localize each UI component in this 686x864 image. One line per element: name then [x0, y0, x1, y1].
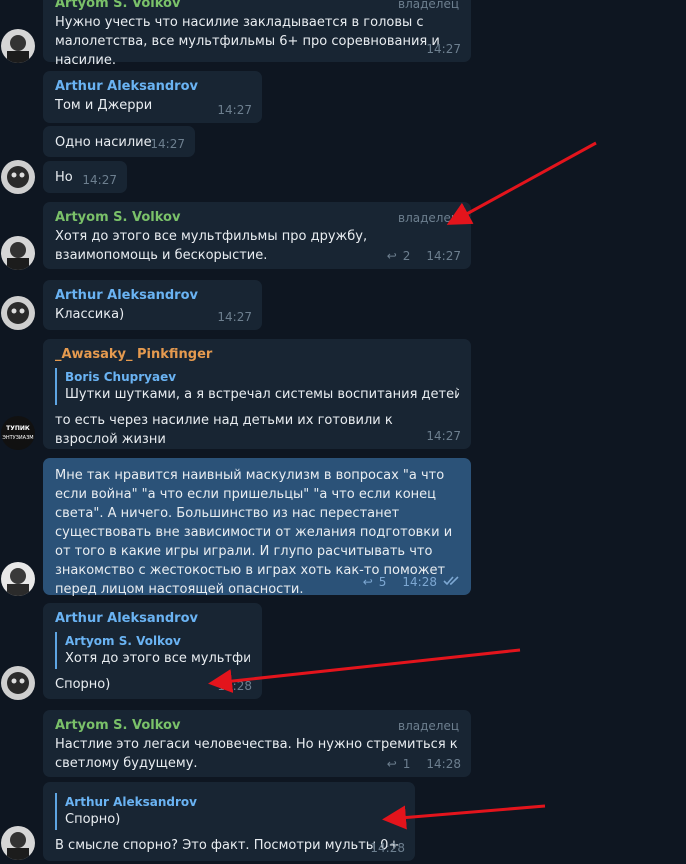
reply-count[interactable]: 5	[379, 575, 387, 589]
reply-quote[interactable]: Artyom S. Volkov Хотя до этого все мульт…	[55, 632, 250, 669]
message-time: 14:27	[217, 103, 252, 117]
reply-count[interactable]: 2	[403, 249, 411, 263]
message-time: 14:28	[370, 841, 405, 855]
avatar-label-line1: ТУПИК	[6, 425, 30, 432]
reply-quote[interactable]: Boris Chupryaev Шутки шутками, а я встре…	[55, 368, 459, 405]
message-text: В смысле спорно? Это факт. Посмотри муль…	[55, 838, 400, 853]
message-time: 14:27	[426, 249, 461, 263]
double-check-icon	[443, 575, 461, 589]
sender-name[interactable]: _Awasaky_ Pinkfinger	[55, 346, 459, 364]
message-time: 14:27	[82, 173, 117, 187]
avatar[interactable]	[1, 296, 35, 330]
message-time: 14:28	[402, 575, 437, 589]
message-bubble[interactable]: Arthur Aleksandrov Спорно) В смысле спор…	[43, 782, 415, 861]
avatar[interactable]	[1, 826, 35, 860]
reply-arrow-icon[interactable]: ↩	[387, 249, 397, 263]
avatar[interactable]	[1, 666, 35, 700]
avatar[interactable]	[1, 29, 35, 63]
reply-text: Шутки шутками, а я встречал системы восп…	[65, 387, 459, 402]
reply-count[interactable]: 1	[403, 757, 411, 771]
sender-name[interactable]: Arthur Aleksandrov	[55, 610, 250, 628]
avatar[interactable]	[1, 562, 35, 596]
message-bubble[interactable]: Arthur Aleksandrov Artyom S. Volkov Хотя…	[43, 603, 262, 699]
reply-text: Спорно)	[65, 812, 121, 827]
message-bubble[interactable]: _Awasaky_ Pinkfinger Boris Chupryaev Шут…	[43, 339, 471, 449]
sender-name[interactable]: Arthur Aleksandrov	[55, 78, 250, 96]
message-bubble[interactable]: Artyom S. Volkov владелец Нужно учесть ч…	[43, 0, 471, 68]
message-time: 14:28	[217, 679, 252, 693]
message-time: 14:27	[426, 429, 461, 443]
message-bubble[interactable]: Одно насилие 14:27	[43, 126, 195, 157]
message-bubble[interactable]: Artyom S. Volkov владелец Настлие это ле…	[43, 710, 471, 777]
message-text: то есть через насилие над детьми их гото…	[55, 413, 393, 447]
avatar[interactable]: ТУПИК ЭНТУЗИАЗМ	[1, 416, 35, 450]
message-bubble-outgoing[interactable]: Мне так нравится наивный маскулизм в воп…	[43, 458, 471, 597]
reply-author: Boris Chupryaev	[65, 370, 177, 384]
owner-badge: владелец	[398, 211, 459, 225]
avatar[interactable]	[1, 236, 35, 270]
avatar-label-line2: ЭНТУЗИАЗМ	[2, 435, 33, 441]
owner-badge: владелец	[398, 0, 459, 11]
message-time: 14:27	[150, 137, 185, 151]
message-time: 14:27	[217, 310, 252, 324]
reply-arrow-icon[interactable]: ↩	[387, 757, 397, 771]
message-bubble[interactable]: Но 14:27	[43, 161, 127, 193]
message-text: Нужно учесть что насилие закладывается в…	[55, 15, 440, 68]
reply-arrow-icon[interactable]: ↩	[363, 575, 373, 589]
message-bubble[interactable]: Artyom S. Volkov владелец Хотя до этого …	[43, 202, 471, 269]
sender-name[interactable]: Arthur Aleksandrov	[55, 287, 250, 305]
reply-author: Arthur Aleksandrov	[65, 795, 197, 809]
annotation-arrow	[446, 141, 597, 225]
message-time: 14:27	[426, 42, 461, 56]
reply-quote[interactable]: Arthur Aleksandrov Спорно)	[55, 793, 403, 830]
reply-author: Artyom S. Volkov	[65, 634, 181, 648]
message-bubble[interactable]: Arthur Aleksandrov Том и Джерри 14:27	[43, 71, 262, 123]
owner-badge: владелец	[398, 719, 459, 733]
avatar[interactable]	[1, 160, 35, 194]
message-bubble[interactable]: Arthur Aleksandrov Классика) 14:27	[43, 280, 262, 330]
reply-text: Хотя до этого все мультфил...	[65, 651, 250, 666]
message-time: 14:28	[426, 757, 461, 771]
